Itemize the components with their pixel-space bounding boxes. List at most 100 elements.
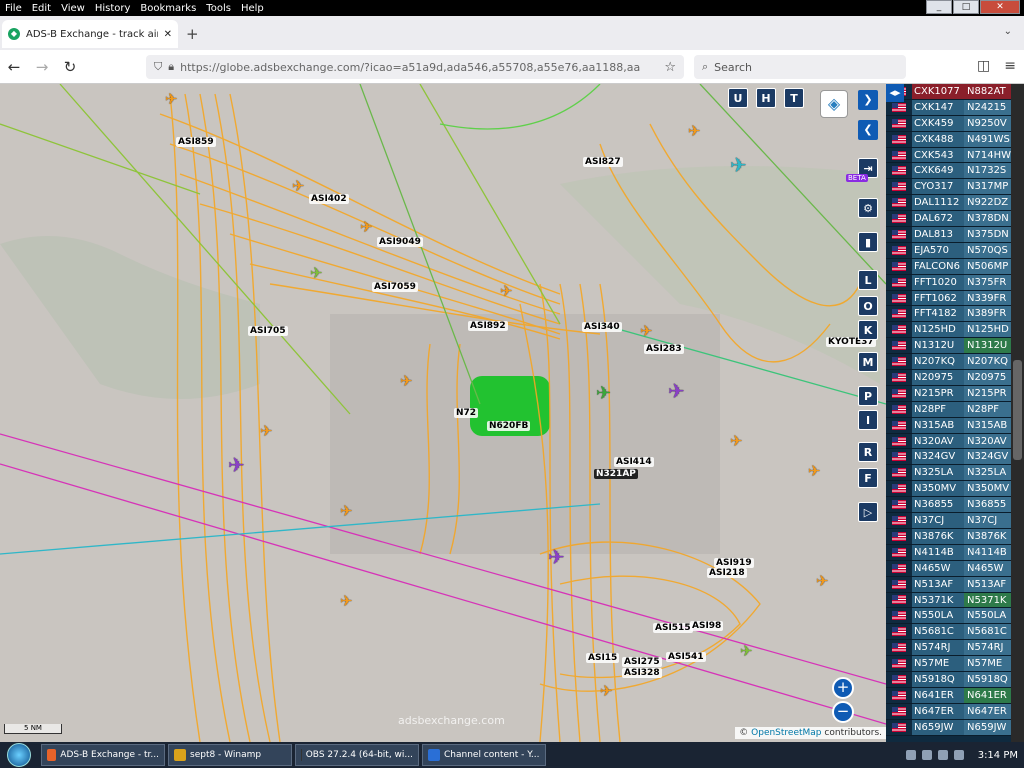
menu-view[interactable]: View [56, 3, 90, 14]
aircraft-icon[interactable]: ✈ [228, 455, 245, 475]
toggle-f-button[interactable]: F [858, 468, 878, 488]
table-row[interactable]: N574RJ N574RJ [886, 640, 1024, 657]
table-row[interactable]: FALCON6 N506MP [886, 258, 1024, 275]
menu-file[interactable]: File [0, 3, 27, 14]
table-row[interactable]: CXK147 N24215 [886, 99, 1024, 116]
aircraft-icon[interactable]: ✈ [292, 179, 305, 194]
table-row[interactable]: N57ME N57ME [886, 656, 1024, 672]
clock[interactable]: 3:14 PM [978, 750, 1018, 761]
layers-icon[interactable]: ◈ [820, 90, 848, 118]
zoom-out-button[interactable]: − [832, 701, 854, 723]
replay-icon[interactable]: ▷ [858, 502, 878, 522]
scrollbar-thumb[interactable] [1013, 360, 1022, 460]
sidebar-resize-icon[interactable]: ◂▸ [886, 84, 904, 102]
toggle-h-button[interactable]: H [756, 88, 776, 108]
aircraft-icon[interactable]: ✈ [740, 644, 753, 659]
expand-sidebar-chevron-icon[interactable]: ❮ [858, 120, 878, 140]
aircraft-icon[interactable]: ✈ [808, 464, 821, 479]
aircraft-icon[interactable]: ✈ [165, 92, 178, 107]
table-row[interactable]: N647ER N647ER [886, 703, 1024, 720]
table-row[interactable]: N3876K N3876K [886, 528, 1024, 545]
toggle-i-button[interactable]: I [858, 410, 878, 430]
table-row[interactable]: N37CJ N37CJ [886, 513, 1024, 529]
aircraft-label[interactable]: ASI7059 [372, 282, 418, 292]
aircraft-label[interactable]: ASI859 [176, 137, 216, 147]
table-row[interactable]: N28PF N28PF [886, 401, 1024, 418]
table-row[interactable]: N513AF N513AF [886, 576, 1024, 593]
aircraft-icon[interactable]: ✈ [816, 574, 829, 589]
tracking-shield-icon[interactable]: ⛉ [154, 60, 162, 74]
table-row[interactable]: N641ER N641ER [886, 687, 1024, 704]
toggle-u-button[interactable]: U [728, 88, 748, 108]
table-row[interactable]: N1312U N1312U [886, 338, 1024, 355]
url-bar[interactable]: ⛉ 🔒︎ https://globe.adsbexchange.com/?ica… [146, 55, 684, 79]
aircraft-icon[interactable]: ✈ [310, 266, 323, 281]
aircraft-icon[interactable]: ✈ [260, 424, 273, 439]
settings-gear-icon[interactable]: ⚙ [858, 198, 878, 218]
tab-adsb[interactable]: ◆ ADS-B Exchange - track aircraft ✕ [2, 20, 178, 48]
bookmark-star-icon[interactable]: ☆ [664, 60, 676, 75]
taskbar-item[interactable]: OBS 27.2.4 (64-bit, wi... [295, 744, 419, 766]
aircraft-label[interactable]: ASI827 [583, 157, 623, 167]
forward-arrow-icon[interactable]: → [28, 58, 56, 76]
aircraft-label[interactable]: ASI275 [622, 657, 662, 667]
zoom-in-button[interactable]: + [832, 677, 854, 699]
table-row[interactable]: N207KQ N207KQ [886, 354, 1024, 371]
aircraft-icon[interactable]: ✈ [400, 374, 413, 389]
aircraft-label[interactable]: ASI283 [644, 344, 684, 354]
aircraft-label[interactable]: ASI98 [690, 621, 724, 631]
table-row[interactable]: DAL813 N375DN [886, 227, 1024, 243]
table-row[interactable]: DAL672 N378DN [886, 211, 1024, 228]
table-row[interactable]: EJA570 N570QS [886, 242, 1024, 259]
aircraft-label[interactable]: ASI515 [653, 623, 693, 633]
table-row[interactable]: N550LA N550LA [886, 608, 1024, 625]
aircraft-label[interactable]: ASI414 [614, 457, 654, 467]
close-tab-icon[interactable]: ✕ [164, 29, 172, 40]
table-row[interactable]: CXK459 N9250V [886, 115, 1024, 132]
aircraft-label[interactable]: ASI919 [714, 558, 754, 568]
tray-arrow-icon[interactable] [905, 750, 916, 760]
table-row[interactable]: N350MV N350MV [886, 481, 1024, 498]
aircraft-label[interactable]: ASI328 [622, 668, 662, 678]
table-row[interactable]: N36855 N36855 [886, 497, 1024, 514]
bluetooth-icon[interactable] [921, 750, 932, 760]
openstreetmap-link[interactable]: OpenStreetMap [751, 728, 821, 738]
aircraft-icon[interactable]: ✈ [340, 504, 353, 519]
table-row[interactable]: CXK543 N714HW [886, 147, 1024, 164]
aircraft-icon[interactable]: ✈ [500, 284, 513, 299]
search-input[interactable]: ⌕ Search [694, 55, 906, 79]
toggle-m-button[interactable]: M [858, 352, 878, 372]
aircraft-icon[interactable]: ✈ [340, 594, 353, 609]
table-row[interactable]: N4114B N4114B [886, 544, 1024, 561]
toggle-r-button[interactable]: R [858, 442, 878, 462]
aircraft-label[interactable]: ASI340 [582, 322, 622, 332]
table-row[interactable]: DAL1112 N922DZ [886, 195, 1024, 212]
menu-bookmarks[interactable]: Bookmarks [135, 3, 201, 14]
table-row[interactable]: CXK488 N491WS [886, 131, 1024, 148]
toggle-k-button[interactable]: K [858, 320, 878, 340]
aircraft-label[interactable]: ASI402 [309, 194, 349, 204]
new-tab-button[interactable]: + [186, 25, 199, 43]
aircraft-label[interactable]: ASI705 [248, 326, 288, 336]
toggle-l-button[interactable]: L [858, 270, 878, 290]
aircraft-icon[interactable]: ✈ [600, 684, 613, 699]
table-row[interactable]: FFT1020 N375FR [886, 274, 1024, 291]
aircraft-icon[interactable]: ✈ [548, 547, 565, 567]
aircraft-label[interactable]: N321AP [594, 469, 638, 479]
aircraft-icon[interactable]: ✈ [688, 124, 701, 139]
reload-icon[interactable]: ↻ [56, 58, 84, 76]
start-button[interactable] [0, 742, 38, 768]
table-row[interactable]: FFT1062 N339FR [886, 290, 1024, 307]
minimize-button[interactable]: _ [926, 0, 952, 14]
aircraft-icon[interactable]: ✈ [360, 220, 373, 235]
toggle-o-button[interactable]: O [858, 296, 878, 316]
aircraft-icon[interactable]: ✈ [730, 434, 743, 449]
taskbar-item[interactable]: ADS-B Exchange - tr... [41, 744, 165, 766]
aircraft-label[interactable]: ASI218 [707, 568, 747, 578]
table-row[interactable]: CYO317 N317MP [886, 179, 1024, 196]
toggle-p-button[interactable]: P [858, 386, 878, 406]
taskbar-item[interactable]: Channel content - Y... [422, 744, 546, 766]
table-row[interactable]: N315AB N315AB [886, 417, 1024, 434]
close-window-button[interactable]: ✕ [980, 0, 1020, 14]
lock-icon[interactable]: 🔒︎ [168, 60, 174, 74]
